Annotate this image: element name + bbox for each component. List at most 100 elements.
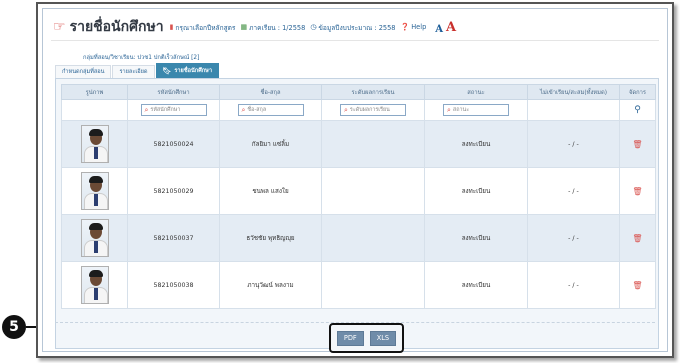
photo-cell	[61, 214, 128, 262]
search-icon: ⌕	[144, 105, 149, 114]
question-circle-icon: ❓	[400, 23, 410, 31]
filter-placeholder: ระดับผลการเรียน	[349, 107, 390, 113]
grade-cell	[321, 214, 425, 262]
student-list-panel: ☞ รายชื่อนักศึกษา ▮ กรุณาเลือกปีหลักสูตร…	[42, 8, 668, 353]
xls-export-button[interactable]: XLS	[369, 330, 397, 346]
course-selector[interactable]: ▮ กรุณาเลือกปีหลักสูตร	[170, 22, 236, 33]
manage-cell: 🗑︎	[619, 261, 656, 309]
help-link[interactable]: ❓ Help	[401, 23, 427, 31]
column-header-manage: จัดการ	[619, 84, 656, 100]
table-row: 5821050024 กัลยิมา แซ่ลิ้ม ลงทะเบียน - /…	[61, 120, 656, 168]
subject-line: กลุ่มที่สอน/วิชาเรียน: ปวช1 ปกติเร็วลักษ…	[83, 55, 200, 61]
trash-icon[interactable]: 🗑︎	[632, 140, 642, 149]
status-cell: ลงทะเบียน	[424, 214, 528, 262]
table-row: 5821050037 ธวัชชัย พุทธิญญุย ลงทะเบียน -…	[61, 214, 656, 262]
callout-number: 5	[2, 315, 26, 339]
help-label: Help	[411, 23, 427, 31]
student-id-cell: 5821050024	[127, 120, 220, 168]
screenshot-frame: ☞ รายชื่อนักศึกษา ▮ กรุณาเลือกปีหลักสูตร…	[36, 2, 674, 358]
search-icon: ⌕	[241, 105, 246, 114]
photo-cell	[61, 167, 128, 215]
filter-placeholder: สถานะ	[452, 107, 470, 113]
status-cell: ลงทะเบียน	[424, 167, 528, 215]
column-header-grade: ระดับผลการเรียน	[321, 84, 425, 100]
font-increase-button[interactable]: A	[446, 20, 456, 35]
student-photo	[80, 172, 109, 210]
trash-icon[interactable]: 🗑︎	[632, 234, 642, 243]
semester-info: ▦ ภาคเรียน : 1/2558	[240, 22, 305, 33]
student-id-filter-input[interactable]: ⌕ รหัสนักศึกษา	[140, 104, 207, 116]
manage-cell: 🗑︎	[619, 120, 656, 168]
semester-label: ภาคเรียน : 1/2558	[249, 23, 306, 32]
absence-cell: - / -	[527, 261, 620, 309]
trash-icon[interactable]: 🗑︎	[632, 281, 642, 290]
grade-cell	[321, 120, 425, 168]
name-cell: ภานุวัฒน์ พลงาม	[219, 261, 322, 309]
filter-cell: ⚲	[619, 99, 656, 121]
filter-placeholder: รหัสนักศึกษา	[150, 107, 181, 113]
font-size-controls: A A	[435, 20, 456, 35]
page-header: ☞ รายชื่อนักศึกษา ▮ กรุณาเลือกปีหลักสูตร…	[53, 16, 653, 38]
search-icon: ⌕	[344, 105, 348, 114]
status-filter-input[interactable]: ⌕ สถานะ	[443, 104, 509, 116]
budget-info: ◷ ข้อมูลปีงบประมาณ : 2558	[310, 22, 395, 33]
student-id-cell: 5821050029	[127, 167, 220, 215]
column-header-status: สถานะ	[424, 84, 528, 100]
pointing-hand-icon: ☞	[53, 19, 66, 35]
column-header-student-id: รหัสนักศึกษา	[127, 84, 220, 100]
photo-cell	[61, 261, 128, 309]
column-header-name: ชื่อ-สกุล	[219, 84, 322, 100]
student-id-cell: 5821050037	[127, 214, 220, 262]
course-hint: กรุณาเลือกปีหลักสูตร	[175, 23, 236, 32]
absence-cell: - / -	[527, 214, 620, 262]
grade-cell	[321, 167, 425, 215]
student-id-cell: 5821050038	[127, 261, 220, 309]
status-cell: ลงทะเบียน	[424, 261, 528, 309]
absence-cell: - / -	[527, 167, 620, 215]
budget-label: ข้อมูลปีงบประมาณ : 2558	[318, 23, 396, 32]
page-title: รายชื่อนักศึกษา	[69, 19, 164, 35]
filter-cell-empty	[61, 99, 128, 121]
student-photo	[80, 219, 109, 257]
book-icon: ▮	[169, 23, 174, 31]
filter-cell: ⌕ สถานะ	[424, 99, 528, 121]
name-cell: ชนพล แสงใย	[219, 167, 322, 215]
header-divider	[51, 40, 659, 41]
filter-cell-empty	[527, 99, 620, 121]
tab-details[interactable]: รายละเอียด	[112, 65, 155, 78]
export-button-group: PDF XLS	[329, 323, 404, 353]
tab-student-list[interactable]: 🔖︎ รายชื่อนักศึกษา	[155, 63, 219, 78]
grade-cell	[321, 261, 425, 309]
tab-label: รายชื่อนักศึกษา	[174, 68, 212, 74]
filter-cell: ⌕ ชื่อ-สกุล	[219, 99, 322, 121]
bookmark-icon: 🔖︎	[162, 67, 172, 75]
grade-filter-input[interactable]: ⌕ ระดับผลการเรียน	[340, 104, 406, 116]
column-header-absence: ไม่เข้าเรียน/สะสม(ทั้งหมด)	[527, 84, 620, 100]
manage-cell: 🗑︎	[619, 214, 656, 262]
filter-cell: ⌕ รหัสนักศึกษา	[127, 99, 220, 121]
student-table: รูปภาพ รหัสนักศึกษา ชื่อ-สกุล ระดับผลการ…	[61, 84, 656, 309]
name-cell: ธวัชชัย พุทธิญญุย	[219, 214, 322, 262]
tab-label: กำหนดกลุ่มที่สอน	[62, 69, 105, 75]
absence-cell: - / -	[527, 120, 620, 168]
status-cell: ลงทะเบียน	[424, 120, 528, 168]
name-filter-input[interactable]: ⌕ ชื่อ-สกุล	[237, 104, 304, 116]
trash-icon[interactable]: 🗑︎	[632, 187, 642, 196]
search-icon: ⌕	[447, 105, 451, 114]
pdf-export-button[interactable]: PDF	[336, 330, 364, 346]
clock-icon: ◷	[310, 23, 317, 31]
student-photo	[80, 125, 109, 163]
filter-cell: ⌕ ระดับผลการเรียน	[321, 99, 425, 121]
tab-label: รายละเอียด	[119, 69, 148, 75]
table-row: 5821050029 ชนพล แสงใย ลงทะเบียน - / - 🗑︎	[61, 167, 656, 215]
search-button-icon[interactable]: ⚲	[634, 105, 641, 115]
student-photo	[80, 266, 109, 304]
tab-content: รูปภาพ รหัสนักศึกษา ชื่อ-สกุล ระดับผลการ…	[55, 78, 659, 349]
calendar-icon: ▦	[240, 23, 248, 31]
photo-cell	[61, 120, 128, 168]
table-row: 5821050038 ภานุวัฒน์ พลงาม ลงทะเบียน - /…	[61, 261, 656, 309]
tab-teaching-groups[interactable]: กำหนดกลุ่มที่สอน	[55, 65, 112, 78]
name-cell: กัลยิมา แซ่ลิ้ม	[219, 120, 322, 168]
font-decrease-button[interactable]: A	[435, 24, 443, 35]
tab-bar: กำหนดกลุ่มที่สอน รายละเอียด 🔖︎ รายชื่อนั…	[55, 63, 220, 78]
